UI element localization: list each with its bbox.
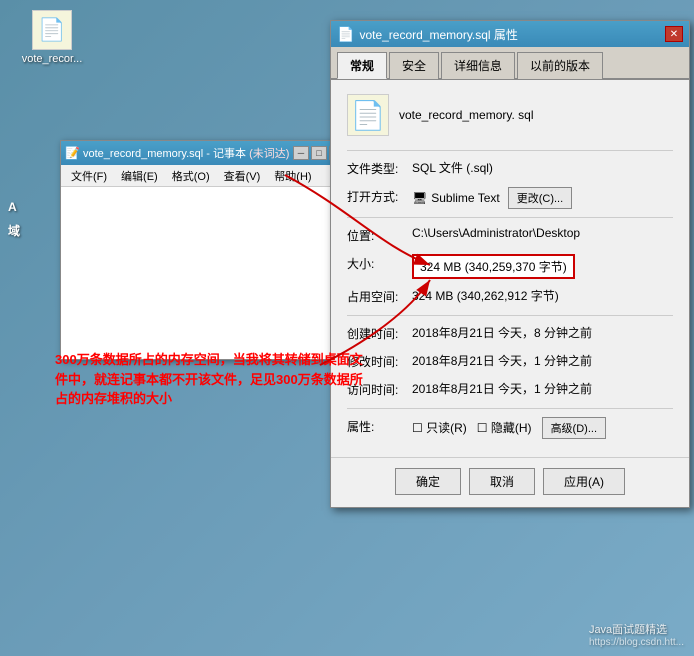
notepad-menu-help[interactable]: 帮助(H)	[268, 166, 317, 186]
prop-value-accessed: 2018年8月21日 今天，1 分钟之前	[412, 380, 673, 397]
prop-value-openwith: 🖥 Sublime Text	[412, 191, 500, 205]
readonly-checkbox[interactable]: ☐ 只读(R)	[412, 421, 467, 435]
properties-dialog: 📄 vote_record_memory.sql 属性 ✕ 常规 安全 详细信息…	[330, 20, 690, 508]
notepad-menu-view[interactable]: 查看(V)	[218, 166, 267, 186]
dialog-title: vote_record_memory.sql 属性	[359, 26, 665, 43]
prop-value-location: C:\Users\Administrator\Desktop	[412, 226, 673, 240]
prop-value-openwith-container: 🖥 Sublime Text 更改(C)...	[412, 187, 673, 209]
notepad-unsaved: (未词达)	[249, 148, 289, 160]
prop-row-openwith: 打开方式: 🖥 Sublime Text 更改(C)...	[347, 187, 673, 209]
prop-value-disksize: 324 MB (340,262,912 字节)	[412, 287, 673, 304]
prop-row-modified: 修改时间: 2018年8月21日 今天，1 分钟之前	[347, 352, 673, 372]
prop-value-attributes: ☐ 只读(R) ☐ 隐藏(H) 高级(D)...	[412, 417, 673, 439]
separator-4	[347, 408, 673, 409]
notepad-title: vote_record_memory.sql - 记事本 (未词达)	[83, 145, 293, 161]
notepad-menu-format[interactable]: 格式(O)	[166, 166, 216, 186]
ok-btn[interactable]: 确定	[395, 468, 461, 495]
sublime-text-label: Sublime Text	[431, 191, 499, 205]
sidebar-letters: A 域	[8, 200, 20, 239]
desktop: 📄 vote_recor... A 域 📝 vote_record_memory…	[0, 0, 694, 656]
prop-row-created: 创建时间: 2018年8月21日 今天，8 分钟之前	[347, 324, 673, 344]
notepad-icon: 📝	[65, 146, 79, 160]
size-highlight: 324 MB (340,259,370 字节)	[412, 254, 575, 279]
dialog-close-btn[interactable]: ✕	[665, 26, 683, 42]
file-name-display: vote_record_memory. sql	[399, 108, 534, 122]
dialog-content: 📄 vote_record_memory. sql 文件类型: SQL 文件 (…	[331, 80, 689, 457]
apply-btn[interactable]: 应用(A)	[543, 468, 625, 495]
notepad-minimize-btn[interactable]: ─	[293, 146, 309, 160]
sidebar-letter-a: A	[8, 200, 20, 214]
prop-label-location: 位置:	[347, 226, 412, 244]
tab-general[interactable]: 常规	[337, 52, 387, 79]
prop-value-created: 2018年8月21日 今天，8 分钟之前	[412, 324, 673, 341]
dialog-titlebar-icon: 📄	[337, 26, 354, 43]
watermark-line2: https://blog.csdn.htt...	[589, 637, 684, 648]
prop-value-filetype: SQL 文件 (.sql)	[412, 159, 673, 176]
prop-row-location: 位置: C:\Users\Administrator\Desktop	[347, 226, 673, 246]
notepad-menu-edit[interactable]: 编辑(E)	[115, 166, 164, 186]
separator-2	[347, 217, 673, 218]
desktop-icon-image: 📄	[32, 10, 72, 50]
prop-row-filetype: 文件类型: SQL 文件 (.sql)	[347, 159, 673, 179]
notepad-menubar: 文件(F) 编辑(E) 格式(O) 查看(V) 帮助(H)	[61, 165, 349, 187]
tab-security[interactable]: 安全	[389, 52, 439, 79]
tab-previous-versions[interactable]: 以前的版本	[517, 52, 603, 79]
watermark-line1: Java面试题精选	[589, 621, 684, 637]
prop-row-size: 大小: 324 MB (340,259,370 字节)	[347, 254, 673, 279]
prop-label-disksize: 占用空间:	[347, 287, 412, 305]
annotation-text: 300万条数据所占的内存空间，当我将其转储到桌面文件中，就连记事本都不开该文件，…	[55, 350, 375, 409]
prop-value-size: 324 MB (340,259,370 字节)	[412, 254, 673, 279]
prop-label-filetype: 文件类型:	[347, 159, 412, 177]
prop-label-created: 创建时间:	[347, 324, 412, 342]
separator-3	[347, 315, 673, 316]
sublime-text-icon: 🖥	[412, 191, 427, 205]
watermark: Java面试题精选 https://blog.csdn.htt...	[589, 621, 684, 648]
prop-label-openwith: 打开方式:	[347, 187, 412, 205]
file-header: 📄 vote_record_memory. sql	[347, 94, 673, 136]
notepad-titlebar: 📝 vote_record_memory.sql - 记事本 (未词达) ─ □…	[61, 141, 349, 165]
tab-details[interactable]: 详细信息	[441, 52, 515, 79]
notepad-window: 📝 vote_record_memory.sql - 记事本 (未词达) ─ □…	[60, 140, 350, 360]
prop-row-accessed: 访问时间: 2018年8月21日 今天，1 分钟之前	[347, 380, 673, 400]
sidebar-letter-domain: 域	[8, 222, 20, 239]
notepad-maximize-btn[interactable]: □	[311, 146, 327, 160]
dialog-tabs: 常规 安全 详细信息 以前的版本	[331, 47, 689, 80]
advanced-btn[interactable]: 高级(D)...	[542, 417, 606, 439]
prop-label-size: 大小:	[347, 254, 412, 272]
hidden-checkbox[interactable]: ☐ 隐藏(H)	[477, 421, 532, 435]
change-open-with-btn[interactable]: 更改(C)...	[508, 187, 572, 209]
dialog-footer: 确定 取消 应用(A)	[331, 457, 689, 507]
prop-label-attributes: 属性:	[347, 417, 412, 435]
file-icon-large: 📄	[347, 94, 389, 136]
desktop-icon-vote-record[interactable]: 📄 vote_recor...	[20, 10, 84, 65]
prop-value-modified: 2018年8月21日 今天，1 分钟之前	[412, 352, 673, 369]
prop-row-attributes: 属性: ☐ 只读(R) ☐ 隐藏(H) 高级(D)...	[347, 417, 673, 439]
desktop-icon-label: vote_recor...	[22, 53, 83, 65]
prop-row-disksize: 占用空间: 324 MB (340,262,912 字节)	[347, 287, 673, 307]
notepad-content	[61, 187, 349, 359]
dialog-titlebar: 📄 vote_record_memory.sql 属性 ✕	[331, 21, 689, 47]
separator-1	[347, 150, 673, 151]
notepad-menu-file[interactable]: 文件(F)	[65, 166, 113, 186]
cancel-btn[interactable]: 取消	[469, 468, 535, 495]
